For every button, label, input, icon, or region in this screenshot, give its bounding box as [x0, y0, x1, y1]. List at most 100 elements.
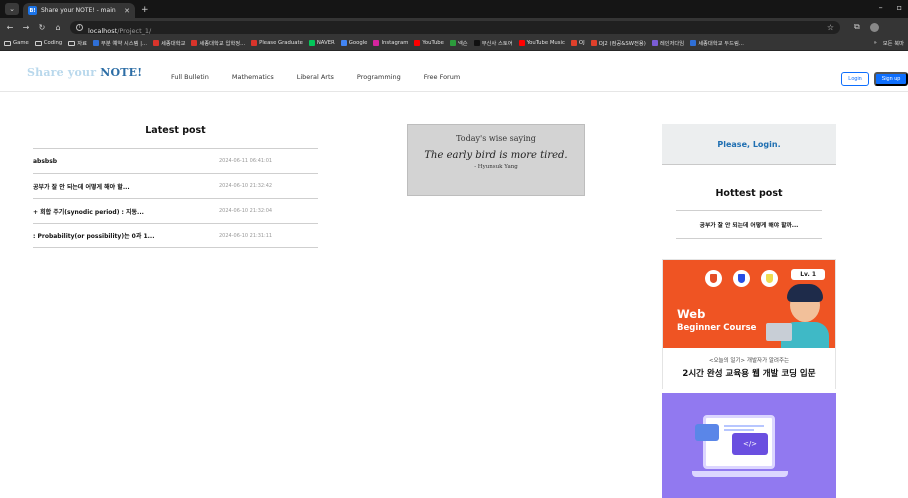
level-badge: Lv. 1 [791, 269, 825, 280]
bookmark-favicon-icon [251, 40, 258, 46]
bookmark-star-icon[interactable]: ☆ [827, 23, 834, 32]
bookmark-item[interactable]: YouTube Music [518, 40, 565, 46]
bookmark-label: 무신사 스토어 [481, 41, 513, 47]
tab-title: Share your NOTE! - main [41, 7, 116, 14]
post-row[interactable]: : Probability(or possibility)는 0과 1... 2… [33, 223, 318, 248]
bookmarks-overflow-button[interactable]: » [874, 40, 877, 46]
bookmark-item[interactable]: OJ2 (컴공&SW전용) [590, 39, 646, 47]
bookmark-item[interactable]: 세종대학교 [153, 39, 185, 47]
maximize-icon[interactable]: ▫ [897, 3, 902, 12]
bookmark-item[interactable]: 세종대학교 두드림... [690, 39, 744, 47]
bookmark-label: NAVER [316, 40, 335, 46]
bookmark-label: 자료 [77, 41, 88, 47]
bookmark-favicon-icon [518, 40, 525, 46]
web-course-ad[interactable]: Lv. 1 Web Beginner Course <오늘의 일기> 개발자가 … [662, 259, 836, 390]
bookmark-favicon-icon [690, 40, 697, 46]
post-title[interactable]: absbsb [33, 158, 218, 165]
bookmark-favicon-icon [191, 40, 198, 46]
latest-post-list: absbsb 2024-06-11 06:41:01 공부가 잘 안 되는데 어… [33, 148, 318, 248]
bookmark-item[interactable]: Please Graduate [251, 40, 303, 46]
bookmark-item[interactable]: 레인저다임 [651, 39, 685, 47]
bookmark-favicon-icon [651, 40, 658, 46]
bookmark-favicon-icon [373, 40, 380, 46]
latest-post-section: Latest post absbsb 2024-06-11 06:41:01 공… [33, 124, 318, 248]
bookmark-favicon-icon [308, 40, 315, 46]
bookmark-item[interactable]: YouTube [414, 40, 444, 46]
login-prompt-box[interactable]: Please, Login. [662, 124, 836, 165]
post-date: 2024-06-11 06:41:01 [219, 158, 273, 164]
bookmark-item[interactable]: 세종대학교 입학정... [191, 39, 245, 47]
home-icon[interactable]: ⌂ [54, 23, 62, 32]
bookmark-item[interactable]: 무신사 스토어 [473, 39, 513, 47]
nav-liberal-arts[interactable]: Liberal Arts [297, 73, 334, 81]
wise-saying-quote: The early bird is more tired. [424, 150, 568, 161]
browser-tab[interactable]: B! Share your NOTE! - main ✕ [23, 3, 135, 18]
bookmark-item[interactable]: 무분 예약 시스템 |... [93, 39, 147, 47]
bookmark-item[interactable]: Instagram [373, 40, 408, 46]
nav-mathematics[interactable]: Mathematics [232, 73, 274, 81]
hottest-post-item[interactable]: 공부가 잘 안 되는데 어떻게 해야 할까... [676, 211, 822, 238]
brand-prefix: Share your [27, 66, 101, 79]
code-tag-icon: </> [732, 433, 768, 455]
forward-icon[interactable]: → [22, 23, 30, 32]
signup-button[interactable]: Sign up [874, 72, 908, 86]
reload-icon[interactable]: ↻ [38, 23, 46, 32]
bookmark-favicon-icon [414, 40, 421, 46]
folder-icon [68, 40, 76, 46]
bookmark-label: OJ [578, 40, 585, 46]
wise-saying-card: Today's wise saying The early bird is mo… [407, 124, 585, 196]
nav-full-bulletin[interactable]: Full Bulletin [171, 73, 209, 81]
address-bar[interactable]: i localhost/Project_1/ ☆ [70, 20, 840, 35]
post-title[interactable]: : Probability(or possibility)는 0과 1... [33, 231, 218, 240]
nav-programming[interactable]: Programming [357, 73, 401, 81]
bookmark-favicon-icon [473, 40, 480, 46]
profile-avatar[interactable] [869, 22, 879, 32]
site-favicon-icon: B! [28, 6, 37, 15]
post-title[interactable]: 공부가 잘 안 되는데 어떻게 해야 할... [33, 182, 218, 191]
post-date: 2024-06-10 21:32:04 [219, 208, 273, 214]
brand-note: NOTE! [100, 66, 143, 79]
web-course-banner: Lv. 1 Web Beginner Course [663, 260, 835, 348]
site-info-icon[interactable]: i [76, 23, 83, 31]
bookmark-item[interactable]: Coding [34, 40, 62, 46]
bookmark-label: 무분 예약 시스템 |... [101, 41, 148, 47]
bookmark-label: Instagram [381, 40, 409, 46]
post-row[interactable]: 공부가 잘 안 되는데 어떻게 해야 할... 2024-06-10 21:32… [33, 173, 318, 198]
site-logo[interactable]: Share your NOTE! [27, 66, 142, 79]
post-title[interactable]: + 회합 주기(synodic period) : 지동... [33, 207, 218, 216]
bookmark-favicon-icon [570, 40, 577, 46]
bookmark-item[interactable]: Google [340, 40, 367, 46]
login-button[interactable]: Login [841, 72, 869, 86]
all-bookmarks-folder[interactable]: 모든 북마 [883, 39, 904, 47]
folder-icon [4, 40, 11, 46]
post-date: 2024-06-10 21:32:42 [219, 183, 273, 189]
folder-icon [34, 40, 42, 46]
minimize-icon[interactable]: – [879, 3, 883, 12]
bookmark-label: 레인저다임 [659, 41, 685, 47]
bookmark-item[interactable]: 자료 [68, 39, 87, 47]
web-course-caption: <오늘의 일기> 개발자가 알려주는 2시간 완성 교육용 웹 개발 코딩 입문 [663, 348, 835, 390]
new-tab-icon[interactable]: + [141, 5, 149, 15]
post-row[interactable]: + 회합 주기(synodic period) : 지동... 2024-06-… [33, 198, 318, 223]
folder-icon [695, 424, 719, 441]
coding-ad[interactable]: </> [662, 393, 836, 498]
bookmark-favicon-icon [93, 40, 100, 46]
bookmark-item[interactable]: OJ [570, 40, 585, 46]
extensions-icon[interactable]: ⧉ [854, 22, 860, 32]
back-icon[interactable]: ← [6, 23, 14, 32]
nav-free-forum[interactable]: Free Forum [424, 73, 460, 81]
bookmark-favicon-icon [449, 40, 456, 46]
ad-caption-subtitle: <오늘의 일기> 개발자가 알려주는 [708, 358, 790, 364]
bookmark-item[interactable]: 넥슨 [449, 39, 468, 47]
character-hair [787, 284, 823, 302]
tab-search-icon[interactable]: ⌄ [5, 3, 19, 15]
bookmark-label: 넥슨 [457, 41, 468, 47]
bookmark-label: 세종대학교 [161, 41, 186, 47]
bookmark-label: YouTube [422, 40, 444, 46]
bookmark-item[interactable]: Game [4, 40, 29, 46]
close-tab-icon[interactable]: ✕ [124, 7, 130, 15]
bookmark-item[interactable]: NAVER [308, 40, 335, 46]
main-nav: Full Bulletin Mathematics Liberal Arts P… [171, 73, 483, 81]
post-row[interactable]: absbsb 2024-06-11 06:41:01 [33, 148, 318, 173]
url-path: /Project_1/ [117, 26, 152, 35]
